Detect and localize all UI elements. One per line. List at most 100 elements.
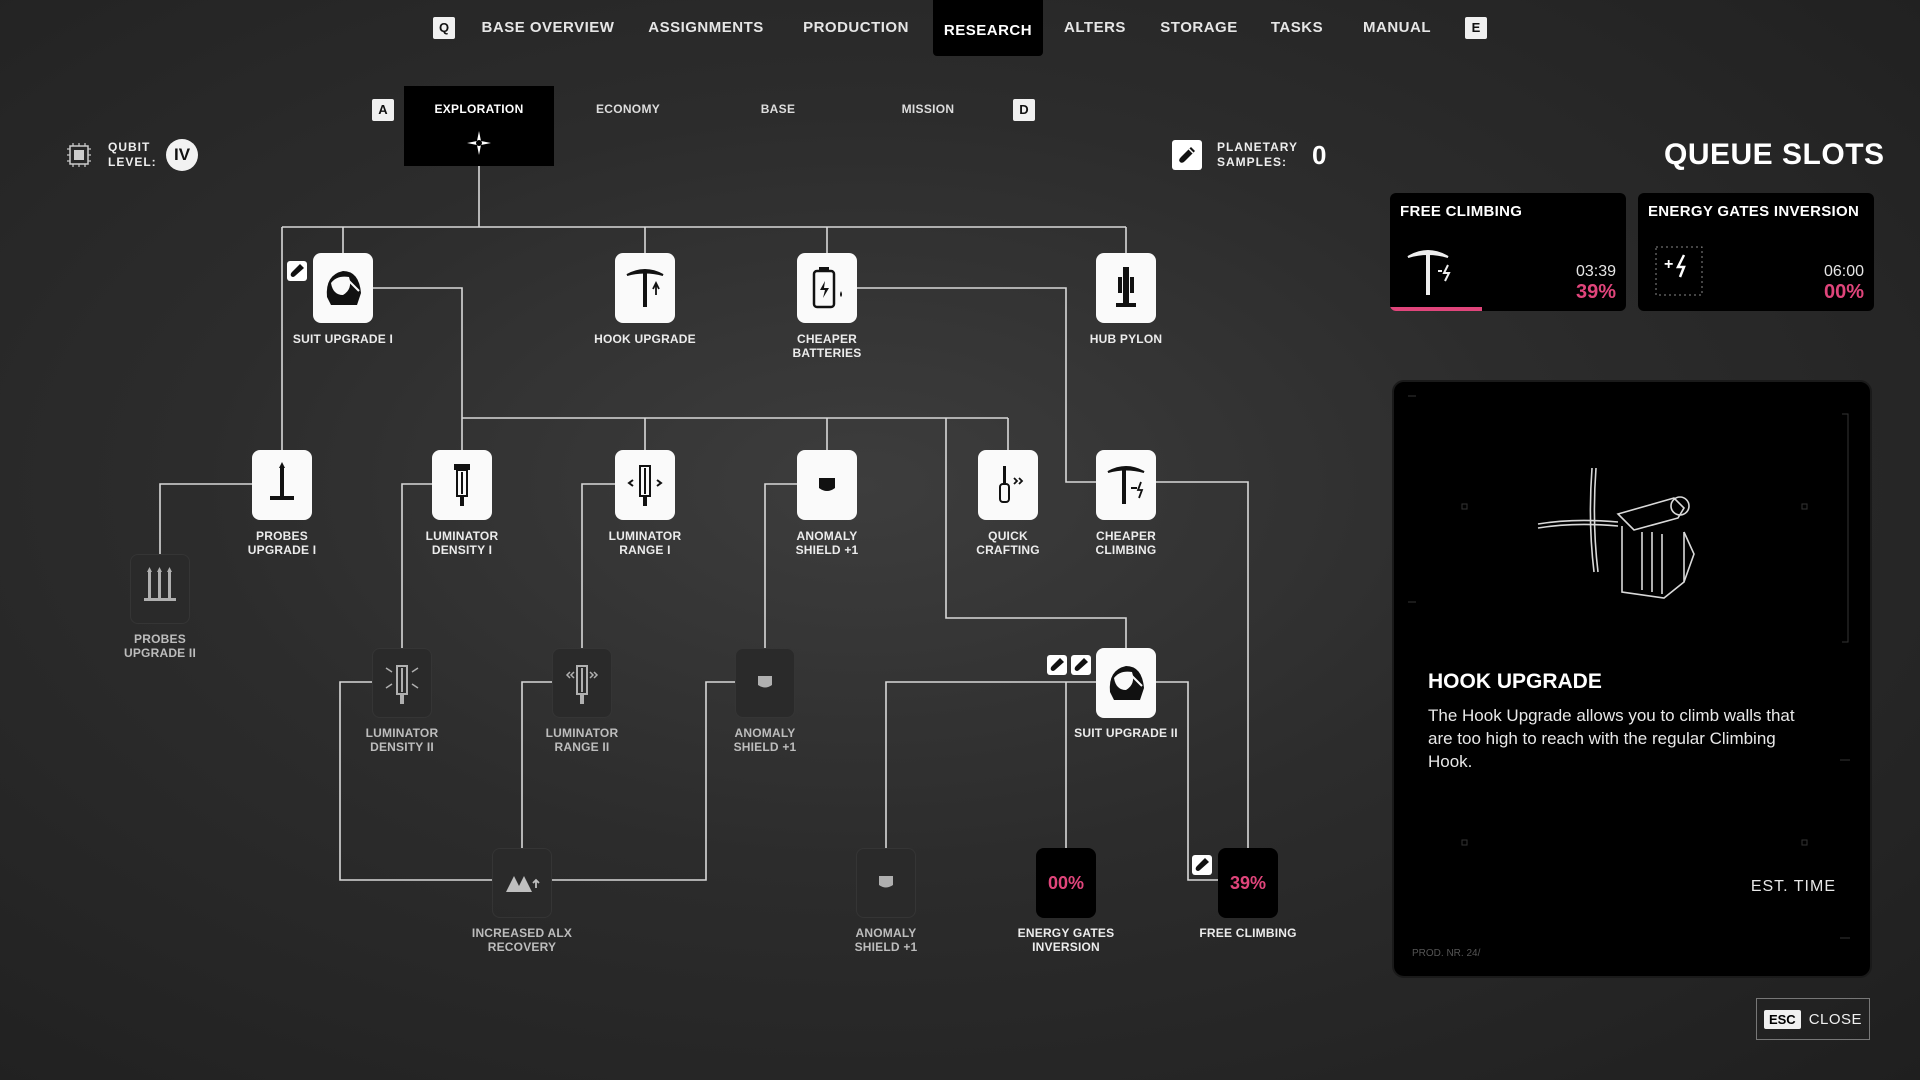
luminator-range-2-icon bbox=[565, 665, 599, 704]
queue-slot-1[interactable]: FREE CLIMBING 03:39 39% bbox=[1390, 193, 1626, 311]
detail-description: The Hook Upgrade allows you to climb wal… bbox=[1428, 706, 1795, 771]
prod-number-label: PROD. NR. 24/ bbox=[1412, 948, 1481, 959]
node-cheaper-climbing[interactable] bbox=[1096, 450, 1156, 520]
luminator-burst-icon bbox=[385, 665, 419, 704]
label-luminator-density-1: LUMINATOR DENSITY I bbox=[392, 529, 532, 557]
node-luminator-density-2[interactable] bbox=[372, 648, 432, 718]
close-label: CLOSE bbox=[1808, 1010, 1863, 1028]
label-anomaly-shield-1: ANOMALY SHIELD +1 bbox=[757, 529, 897, 557]
shield-icon bbox=[879, 876, 893, 888]
label-energy-gates-line2: INVERSION bbox=[1032, 940, 1100, 954]
queue-slot-2-name: ENERGY GATES INVERSION bbox=[1648, 203, 1860, 220]
label-luminator-density-2-line1: LUMINATOR bbox=[365, 726, 439, 740]
queue-slot-1-time: 03:39 bbox=[1575, 263, 1616, 280]
helmet-icon bbox=[326, 271, 361, 305]
label-energy-gates-inversion: ENERGY GATES INVERSION bbox=[996, 926, 1136, 954]
node-cheaper-batteries[interactable] bbox=[797, 253, 857, 323]
pickaxe-icon bbox=[626, 269, 664, 307]
label-luminator-density-1-line1: LUMINATOR bbox=[425, 529, 499, 543]
label-luminator-range-1-line1: LUMINATOR bbox=[608, 529, 682, 543]
label-probes-upgrade-1: PROBES UPGRADE I bbox=[212, 529, 352, 557]
sample-required-icon bbox=[1047, 655, 1067, 675]
luminator-icon bbox=[454, 464, 470, 506]
node-hook-upgrade[interactable] bbox=[615, 253, 675, 323]
node-anomaly-shield-1[interactable] bbox=[797, 450, 857, 520]
label-anomaly-shield-2-line1: ANOMALY bbox=[734, 726, 796, 740]
label-luminator-density-2-line2: DENSITY II bbox=[370, 740, 434, 754]
label-anomaly-shield-3-line1: ANOMALY bbox=[855, 926, 917, 940]
label-anomaly-shield-2: ANOMALY SHIELD +1 bbox=[695, 726, 835, 754]
research-detail-panel: HOOK UPGRADE The Hook Upgrade allows you… bbox=[1392, 380, 1872, 978]
queue-slot-2-time: 06:00 bbox=[1823, 263, 1864, 280]
sample-required-icon bbox=[1192, 855, 1212, 875]
queue-slot-2[interactable]: ENERGY GATES INVERSION + 06:00 00% bbox=[1638, 193, 1874, 311]
detail-title: HOOK UPGRADE bbox=[1428, 670, 1602, 693]
node-hub-pylon[interactable] bbox=[1096, 253, 1156, 323]
label-anomaly-shield-3-line2: SHIELD +1 bbox=[854, 940, 918, 954]
queue-slot-1-name: FREE CLIMBING bbox=[1400, 203, 1523, 220]
label-probes-upgrade-2: PROBES UPGRADE II bbox=[90, 632, 230, 660]
queue-slot-1-progress-bar bbox=[1390, 307, 1483, 311]
node-luminator-range-2[interactable] bbox=[552, 648, 612, 718]
hook-upgrade-3d-icon bbox=[1537, 467, 1695, 599]
node-quick-crafting[interactable] bbox=[978, 450, 1038, 520]
label-luminator-range-2-line2: RANGE II bbox=[554, 740, 610, 754]
label-cheaper-climbing-line1: CHEAPER bbox=[1095, 529, 1157, 543]
pickaxe-icon bbox=[1407, 250, 1451, 295]
shield-icon bbox=[758, 676, 772, 688]
node-energy-gates-inversion[interactable]: 00% bbox=[1036, 848, 1096, 918]
label-cheaper-batteries: CHEAPER BATTERIES bbox=[757, 332, 897, 360]
sample-required-icon bbox=[1071, 655, 1091, 675]
est-time-label: EST. TIME bbox=[1750, 878, 1836, 895]
label-cheaper-climbing: CHEAPER CLIMBING bbox=[1056, 529, 1196, 557]
label-anomaly-shield-3: ANOMALY SHIELD +1 bbox=[816, 926, 956, 954]
label-increased-alx-line1: INCREASED ALX bbox=[471, 926, 573, 940]
node-luminator-density-1[interactable] bbox=[432, 450, 492, 520]
label-suit-upgrade-1: SUIT UPGRADE I bbox=[292, 332, 394, 346]
energy-gates-progress: 00% bbox=[1047, 872, 1085, 893]
label-free-climbing: FREE CLIMBING bbox=[1199, 926, 1297, 940]
label-increased-alx-line2: RECOVERY bbox=[487, 940, 557, 954]
esc-key: ESC bbox=[1763, 1009, 1801, 1029]
label-hook-upgrade: HOOK UPGRADE bbox=[594, 332, 696, 346]
energy-gate-icon: + bbox=[1655, 246, 1703, 296]
label-luminator-range-1-line2: RANGE I bbox=[619, 543, 671, 557]
shield-icon bbox=[819, 478, 835, 491]
triple-probe-icon bbox=[144, 567, 176, 601]
node-anomaly-shield-2[interactable] bbox=[735, 648, 795, 718]
close-button[interactable]: ESC CLOSE bbox=[1756, 998, 1870, 1040]
label-hub-pylon: HUB PYLON bbox=[1089, 332, 1163, 346]
label-probes-upgrade-1-line2: UPGRADE I bbox=[247, 543, 317, 557]
node-anomaly-shield-3[interactable] bbox=[856, 848, 916, 918]
sample-required-icon bbox=[287, 261, 307, 281]
node-suit-upgrade-2[interactable] bbox=[1096, 648, 1156, 718]
label-increased-alx-recovery: INCREASED ALX RECOVERY bbox=[452, 926, 592, 954]
node-increased-alx-recovery[interactable] bbox=[492, 848, 552, 918]
label-energy-gates-line1: ENERGY GATES bbox=[1017, 926, 1115, 940]
queue-slot-1-percent: 39% bbox=[1575, 281, 1616, 303]
node-free-climbing[interactable]: 39% bbox=[1218, 848, 1278, 918]
alx-crystal-icon bbox=[506, 876, 540, 892]
node-suit-upgrade-1[interactable] bbox=[313, 253, 373, 323]
label-anomaly-shield-1-line2: SHIELD +1 bbox=[795, 543, 859, 557]
node-probes-upgrade-2[interactable] bbox=[130, 554, 190, 624]
label-luminator-range-1: LUMINATOR RANGE I bbox=[575, 529, 715, 557]
battery-icon bbox=[812, 267, 842, 309]
label-luminator-range-2-line1: LUMINATOR bbox=[545, 726, 619, 740]
helmet-icon bbox=[1109, 666, 1144, 700]
label-probes-upgrade-1-line1: PROBES bbox=[256, 529, 308, 543]
screwdriver-icon bbox=[999, 466, 1024, 503]
free-climbing-progress: 39% bbox=[1229, 872, 1267, 893]
node-luminator-range-1[interactable] bbox=[615, 450, 675, 520]
label-luminator-range-2: LUMINATOR RANGE II bbox=[512, 726, 652, 754]
label-luminator-density-1-line2: DENSITY I bbox=[431, 543, 493, 557]
luminator-range-icon bbox=[627, 465, 663, 506]
label-anomaly-shield-1-line1: ANOMALY bbox=[796, 529, 858, 543]
pylon-icon bbox=[1116, 267, 1136, 307]
label-probes-upgrade-2-line2: UPGRADE II bbox=[123, 646, 196, 660]
label-anomaly-shield-2-line2: SHIELD +1 bbox=[733, 740, 797, 754]
label-luminator-density-2: LUMINATOR DENSITY II bbox=[332, 726, 472, 754]
label-probes-upgrade-2-line1: PROBES bbox=[134, 632, 186, 646]
svg-text:+: + bbox=[1664, 256, 1673, 273]
node-probes-upgrade-1[interactable] bbox=[252, 450, 312, 520]
